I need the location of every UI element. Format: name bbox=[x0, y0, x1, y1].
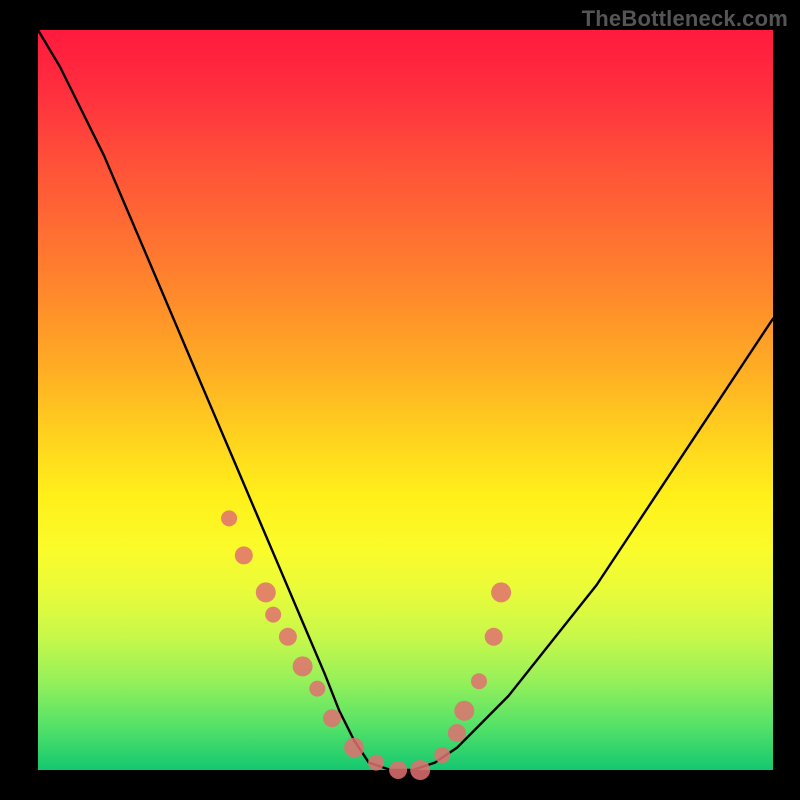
highlight-dot bbox=[309, 681, 325, 697]
highlight-dot bbox=[344, 738, 364, 758]
highlight-dot bbox=[256, 582, 276, 602]
highlight-dot bbox=[265, 607, 281, 623]
plot-area bbox=[38, 30, 773, 770]
highlight-dot bbox=[221, 510, 237, 526]
highlight-dot bbox=[293, 656, 313, 676]
highlight-dot bbox=[471, 673, 487, 689]
highlight-dot bbox=[448, 724, 466, 742]
highlight-dot bbox=[279, 628, 297, 646]
highlight-dot bbox=[235, 546, 253, 564]
highlight-dot bbox=[389, 761, 407, 779]
highlight-dot bbox=[454, 701, 474, 721]
highlight-dot bbox=[368, 755, 384, 771]
bottleneck-curve bbox=[38, 30, 773, 770]
highlight-dot bbox=[485, 628, 503, 646]
chart-frame: TheBottleneck.com bbox=[0, 0, 800, 800]
highlight-dot bbox=[434, 747, 450, 763]
curve-layer bbox=[38, 30, 773, 770]
highlight-dots-group bbox=[221, 510, 511, 780]
highlight-dot bbox=[491, 582, 511, 602]
highlight-dot bbox=[410, 760, 430, 780]
highlight-dot bbox=[323, 709, 341, 727]
watermark-text: TheBottleneck.com bbox=[582, 6, 788, 32]
